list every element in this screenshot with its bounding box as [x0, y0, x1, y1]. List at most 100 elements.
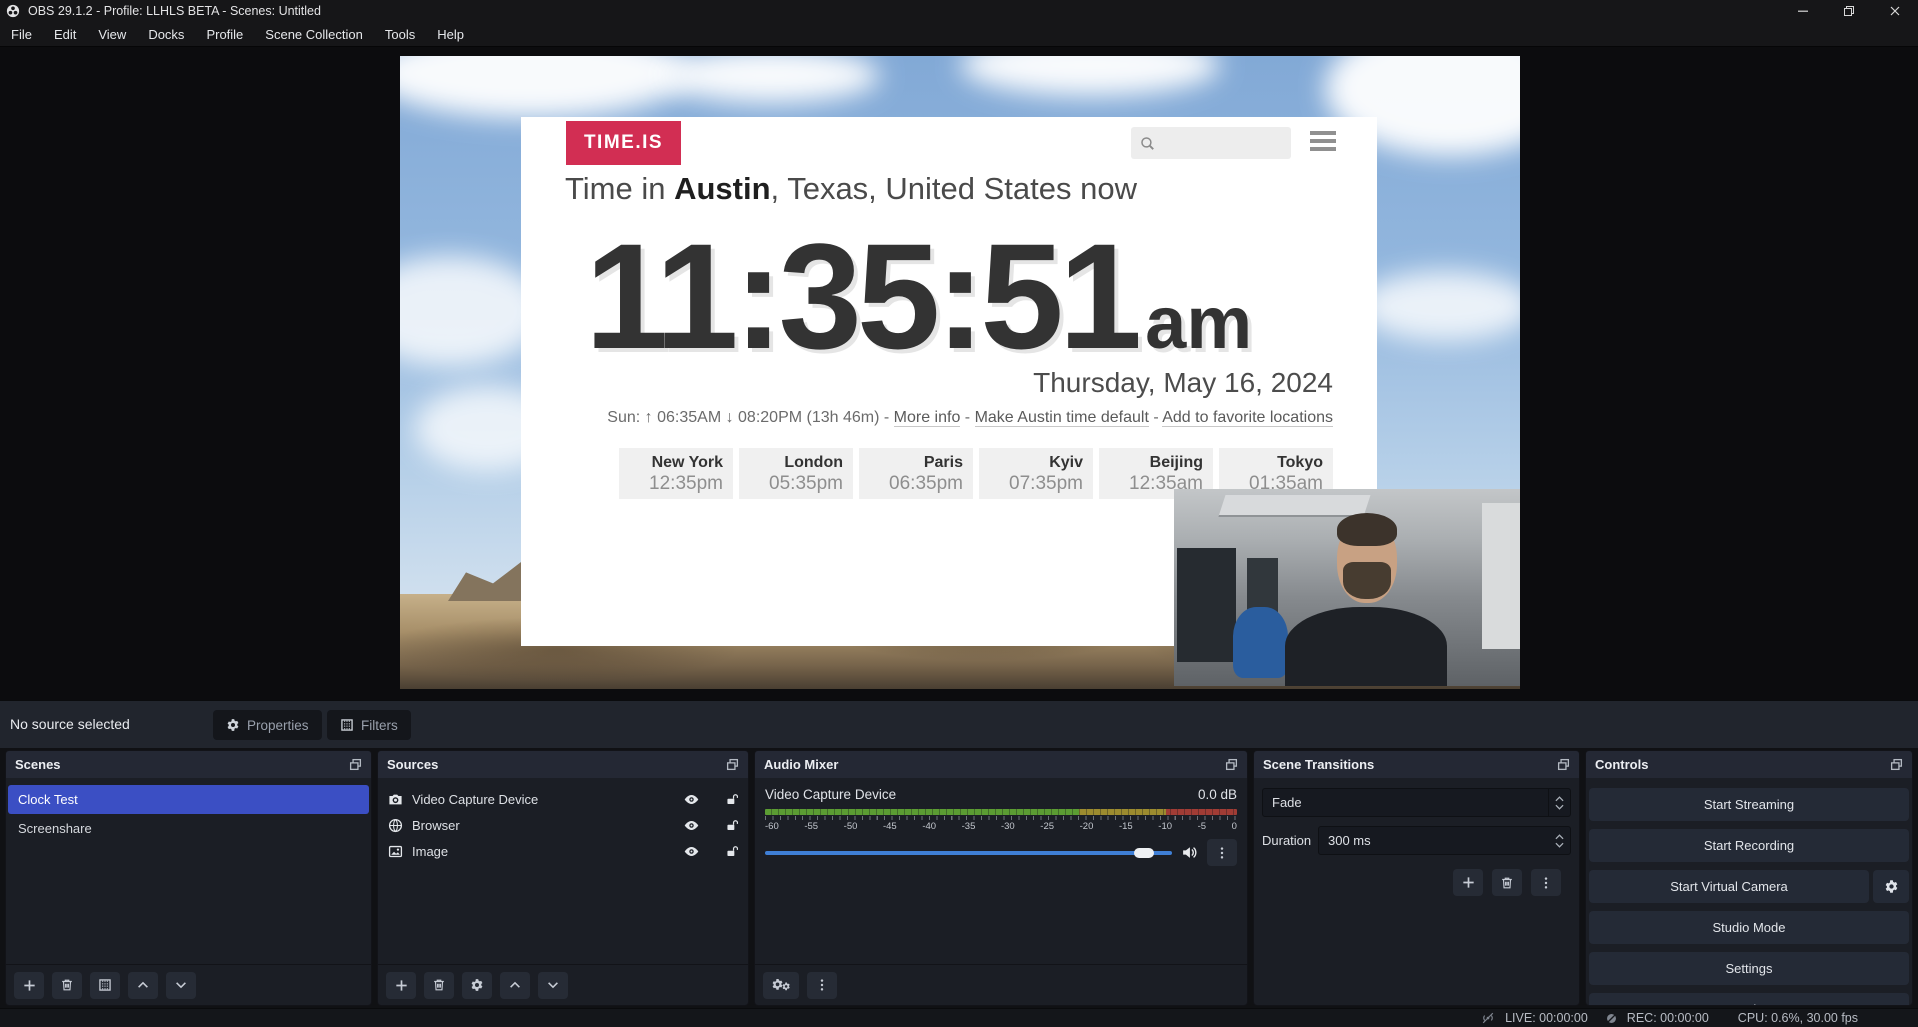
popout-icon[interactable] [1225, 758, 1238, 771]
duration-label: Duration [1262, 833, 1318, 848]
scene-item-screenshare[interactable]: Screenshare [8, 814, 369, 843]
menu-help[interactable]: Help [426, 22, 475, 46]
move-scene-down-button[interactable] [166, 972, 196, 999]
bright-window [1482, 503, 1520, 649]
volume-slider[interactable] [765, 851, 1172, 855]
filters-button[interactable]: Filters [327, 710, 411, 740]
transition-select[interactable]: Fade [1262, 788, 1571, 817]
restore-button[interactable] [1826, 0, 1872, 22]
transition-menu-button[interactable] [1531, 869, 1561, 896]
city-box: Paris06:35pm [859, 448, 973, 499]
add-source-button[interactable] [386, 972, 416, 999]
settings-button[interactable]: Settings [1589, 952, 1909, 985]
ceiling-vent [1219, 495, 1371, 517]
meter-tick-labels: -60-55-50-45-40-35-30-25-20-15-10-50 [765, 821, 1237, 832]
minimize-button[interactable] [1780, 0, 1826, 22]
scene-preview[interactable]: TIME.IS Time in Austin, Texas, United St… [400, 56, 1520, 689]
move-source-down-button[interactable] [538, 972, 568, 999]
cpu-fps-stats: CPU: 0.6%, 30.00 fps [1738, 1011, 1858, 1025]
source-item-video-capture[interactable]: Video Capture Device [378, 786, 748, 812]
menu-view[interactable]: View [87, 22, 137, 46]
timeis-clock: 11:35:51 am [585, 221, 1252, 371]
person-hair [1337, 513, 1398, 546]
mixer-channel-menu-button[interactable] [1207, 839, 1237, 866]
visibility-eye-icon[interactable] [683, 817, 700, 834]
speaker-icon[interactable] [1181, 844, 1198, 861]
scenes-header[interactable]: Scenes [6, 751, 371, 778]
clock-ampm: am [1145, 286, 1252, 360]
unlock-icon[interactable] [725, 819, 738, 832]
visibility-eye-icon[interactable] [683, 791, 700, 808]
virtual-camera-settings-button[interactable] [1873, 870, 1909, 903]
live-inactive-icon [1480, 1011, 1496, 1025]
menu-edit[interactable]: Edit [43, 22, 87, 46]
make-default-link: Make Austin time default [975, 409, 1149, 427]
scene-item-clock-test[interactable]: Clock Test [8, 785, 369, 814]
image-icon [388, 844, 403, 859]
scenes-panel: Scenes Clock Test Screenshare [5, 750, 372, 1006]
favorite-link: Add to favorite locations [1162, 409, 1333, 427]
popout-icon[interactable] [1890, 758, 1903, 771]
studio-mode-button[interactable]: Studio Mode [1589, 911, 1909, 944]
scene-transitions-panel: Scene Transitions Fade Duration 300 ms [1253, 750, 1580, 1006]
preview-area[interactable]: TIME.IS Time in Austin, Texas, United St… [0, 47, 1918, 700]
volume-slider-handle[interactable] [1134, 848, 1154, 858]
start-recording-button[interactable]: Start Recording [1589, 829, 1909, 862]
move-source-up-button[interactable] [500, 972, 530, 999]
properties-button[interactable]: Properties [213, 710, 322, 740]
menu-tools[interactable]: Tools [374, 22, 426, 46]
controls-header[interactable]: Controls [1586, 751, 1912, 778]
move-scene-up-button[interactable] [128, 972, 158, 999]
visibility-eye-icon[interactable] [683, 843, 700, 860]
remove-scene-button[interactable] [52, 972, 82, 999]
start-streaming-button[interactable]: Start Streaming [1589, 788, 1909, 821]
scene-filters-button[interactable] [90, 972, 120, 999]
sources-toolbar [378, 964, 748, 1005]
remove-transition-button[interactable] [1492, 869, 1522, 896]
source-properties-button[interactable] [462, 972, 492, 999]
person-torso [1285, 607, 1448, 686]
titlebar[interactable]: OBS 29.1.2 - Profile: LLHLS BETA - Scene… [0, 0, 1918, 22]
start-virtual-camera-button[interactable]: Start Virtual Camera [1589, 870, 1869, 903]
globe-icon [388, 818, 403, 833]
exit-button[interactable]: Exit [1589, 993, 1909, 1006]
camera-icon [388, 792, 403, 807]
audio-mixer-toolbar [755, 964, 1247, 1005]
advanced-audio-button[interactable] [763, 972, 799, 999]
audio-mixer-panel: Audio Mixer Video Capture Device 0.0 dB … [754, 750, 1248, 1006]
cloud [960, 56, 1220, 96]
selection-toolbar: No source selected Properties Filters [0, 700, 1918, 748]
source-item-browser[interactable]: Browser [378, 812, 748, 838]
scene-transitions-header[interactable]: Scene Transitions [1254, 751, 1579, 778]
controls-panel: Controls Start Streaming Start Recording… [1585, 750, 1913, 1006]
menu-profile[interactable]: Profile [195, 22, 254, 46]
timeis-date: Thursday, May 16, 2024 [1033, 367, 1333, 399]
remove-source-button[interactable] [424, 972, 454, 999]
mixer-channel: Video Capture Device 0.0 dB -60-55-50-45… [755, 778, 1247, 866]
add-scene-button[interactable] [14, 972, 44, 999]
popout-icon[interactable] [1557, 758, 1570, 771]
mixer-channel-level: 0.0 dB [1198, 787, 1237, 802]
popout-icon[interactable] [349, 758, 362, 771]
scenes-toolbar [6, 964, 371, 1005]
unlock-icon[interactable] [725, 793, 738, 806]
close-button[interactable] [1872, 0, 1918, 22]
duration-spin-arrows[interactable] [1548, 827, 1570, 854]
timeis-search-box [1131, 127, 1291, 159]
duration-spinbox[interactable]: 300 ms [1318, 826, 1571, 855]
menu-scene-collection[interactable]: Scene Collection [254, 22, 374, 46]
popout-icon[interactable] [726, 758, 739, 771]
rec-time: REC: 00:00:00 [1627, 1011, 1709, 1025]
add-transition-button[interactable] [1453, 869, 1483, 896]
sources-header[interactable]: Sources [378, 751, 748, 778]
unlock-icon[interactable] [725, 845, 738, 858]
timeis-logo: TIME.IS [566, 121, 681, 165]
person-beard [1343, 562, 1391, 599]
source-item-image[interactable]: Image [378, 838, 748, 864]
transition-select-arrows[interactable] [1548, 789, 1570, 816]
audio-mixer-header[interactable]: Audio Mixer [755, 751, 1247, 778]
menu-file[interactable]: File [0, 22, 43, 46]
mixer-menu-button[interactable] [807, 972, 837, 999]
menu-docks[interactable]: Docks [137, 22, 195, 46]
filter-icon [340, 718, 354, 732]
